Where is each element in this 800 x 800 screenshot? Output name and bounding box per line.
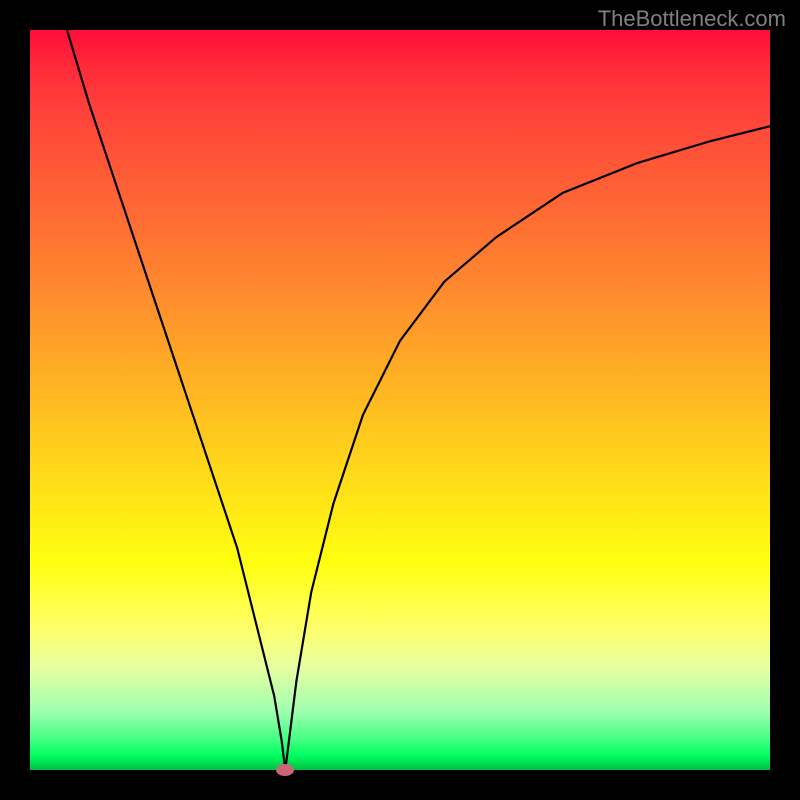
plot-area	[30, 30, 770, 770]
bottleneck-curve	[67, 30, 770, 770]
curve-svg	[30, 30, 770, 770]
watermark-text: TheBottleneck.com	[598, 6, 786, 32]
minimum-marker	[276, 764, 294, 776]
